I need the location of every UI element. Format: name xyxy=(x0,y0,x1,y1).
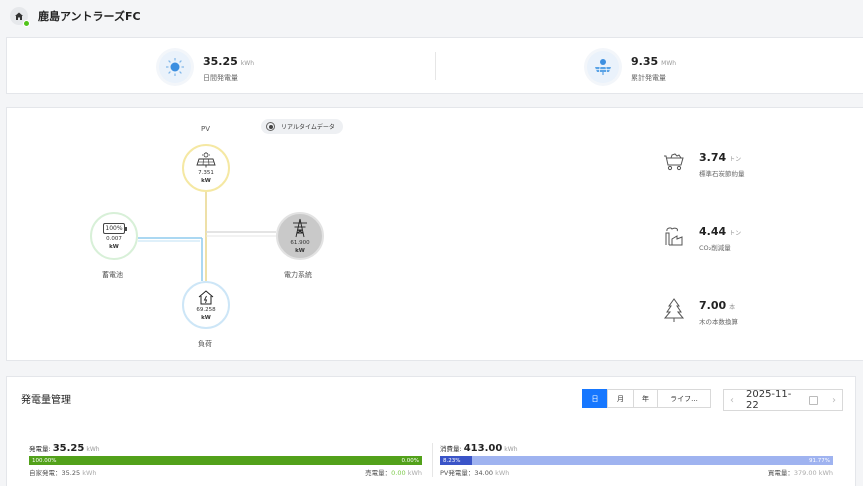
home-icon[interactable] xyxy=(10,7,30,27)
solar-panel-icon xyxy=(587,50,619,83)
self-pct: 100.00% xyxy=(32,457,57,464)
total-generation-value: 9.35 xyxy=(631,55,659,68)
consumption-bar: 8.23% 91.77% xyxy=(440,456,833,465)
load-label: 負荷 xyxy=(198,340,212,348)
generation-label: 発電量: xyxy=(29,445,51,453)
transmission-tower-icon xyxy=(293,218,307,238)
tab-month[interactable]: 月 xyxy=(607,389,634,408)
page: 鹿島アントラーズFC 35.25 kWh 日間発電量 9.35 MWh 累計発電… xyxy=(0,0,863,486)
total-generation-stat: 9.35 MWh 累計発電量 xyxy=(587,50,676,83)
battery-icon: 100% xyxy=(103,222,127,234)
consumption-label: 消費量: xyxy=(440,445,462,453)
grid-node[interactable]: 61.900 kW xyxy=(276,212,324,260)
battery-unit: kW xyxy=(109,243,119,250)
date-value[interactable]: 2025-11-22 xyxy=(746,389,804,411)
grid-value: 61.900 xyxy=(290,240,310,246)
divider xyxy=(432,443,433,477)
self-unit: kWh xyxy=(82,469,97,477)
consumption-unit: kWh xyxy=(504,446,518,453)
coal-saving-label: 標準石炭節約量 xyxy=(699,170,745,178)
period-tabs: 日 月 年 ライフ... xyxy=(582,389,711,408)
sun-icon xyxy=(159,50,191,83)
total-generation-label: 累計発電量 xyxy=(631,74,666,82)
home-load-icon xyxy=(198,290,214,305)
pv-gen-label: PV発電量： xyxy=(440,469,475,477)
generation-value: 35.25 xyxy=(52,443,85,454)
self-consumption-segment: 100.00% xyxy=(29,456,367,465)
coal-saving-value: 3.74 xyxy=(699,151,727,164)
header: 鹿島アントラーズFC xyxy=(0,0,863,32)
pv-pct: 8.23% xyxy=(443,457,461,464)
summary-card: 35.25 kWh 日間発電量 9.35 MWh 累計発電量 xyxy=(6,37,863,94)
grid-unit: kW xyxy=(295,248,305,254)
pv-label: PV xyxy=(201,125,211,133)
factory-icon xyxy=(665,227,683,246)
next-date-icon[interactable]: › xyxy=(826,395,842,406)
generation-summary: 発電量: 35.25 kWh 100.00% 0.00% 自家発電：35.25 kW… xyxy=(29,443,422,477)
daily-generation-unit: kWh xyxy=(240,60,255,67)
coal-saving-stat: 3.74 トン 標準石炭節約量 xyxy=(663,146,745,178)
daily-generation-value: 35.25 xyxy=(203,55,238,68)
energy-flow-card: リアルタイムデータ PV 7.351 kW 100% 0.007 kW 蓄電池 … xyxy=(6,107,863,361)
tab-year[interactable]: 年 xyxy=(633,389,658,408)
load-node[interactable]: 69.258 kW xyxy=(182,281,230,329)
self-label: 自家発電： xyxy=(29,469,62,477)
section-title: 発電量管理 xyxy=(21,395,71,406)
purchase-segment: 91.77% xyxy=(472,456,833,465)
pv-unit: kW xyxy=(201,178,211,184)
prev-date-icon[interactable]: ‹ xyxy=(724,395,740,406)
buy-pct: 91.77% xyxy=(809,457,830,464)
load-value: 69.258 xyxy=(196,307,216,313)
tree-equivalent-value: 7.00 xyxy=(699,299,727,312)
feed-unit: kWh xyxy=(407,469,422,477)
buy-unit: kWh xyxy=(818,469,833,477)
buy-label: 買電量： xyxy=(767,469,794,477)
tree-equivalent-unit: 本 xyxy=(729,304,736,311)
daily-generation-label: 日間発電量 xyxy=(203,74,238,82)
daily-generation-stat: 35.25 kWh 日間発電量 xyxy=(159,50,254,83)
pv-node[interactable]: 7.351 kW xyxy=(182,144,230,192)
grid-label: 電力系統 xyxy=(284,271,312,279)
battery-badge: 100% xyxy=(105,224,123,232)
feed-value: 0.00 xyxy=(391,469,406,477)
buy-value: 379.00 xyxy=(793,469,817,477)
pv-value: 7.351 xyxy=(198,170,214,176)
battery-label: 蓄電池 xyxy=(102,271,123,279)
co2-reduction-unit: トン xyxy=(729,230,742,237)
pv-consumption-segment: 8.23% xyxy=(440,456,472,465)
co2-reduction-stat: 4.44 トン CO₂削減量 xyxy=(663,220,741,252)
divider xyxy=(435,52,436,80)
coal-saving-unit: トン xyxy=(729,156,742,163)
generation-management-card: 発電量管理 日 月 年 ライフ... ‹ 2025-11-22 › 発電量: 35… xyxy=(6,376,856,486)
online-status-dot xyxy=(23,20,30,27)
tree-icon xyxy=(663,298,685,322)
consumption-summary: 消費量: 413.00 kWh 8.23% 91.77% PV発電量：34.00 k… xyxy=(440,443,833,477)
tree-equivalent-stat: 7.00 本 木の本数換算 xyxy=(663,294,738,326)
feed-label: 売電量： xyxy=(365,469,392,477)
solar-panel-icon xyxy=(196,152,216,168)
load-unit: kW xyxy=(201,315,211,321)
generation-unit: kWh xyxy=(86,446,100,453)
tab-lifetime[interactable]: ライフ... xyxy=(657,389,711,408)
feed-in-segment: 0.00% xyxy=(367,456,422,465)
co2-reduction-label: CO₂削減量 xyxy=(699,244,731,252)
self-value: 35.25 xyxy=(61,469,81,477)
feed-pct: 0.00% xyxy=(401,457,419,464)
tree-equivalent-label: 木の本数換算 xyxy=(699,318,738,326)
page-title: 鹿島アントラーズFC xyxy=(38,10,141,23)
battery-node[interactable]: 100% 0.007 kW xyxy=(90,212,138,260)
calendar-icon[interactable] xyxy=(809,395,819,405)
tab-day[interactable]: 日 xyxy=(582,389,608,408)
co2-reduction-value: 4.44 xyxy=(699,225,727,238)
consumption-value: 413.00 xyxy=(463,443,503,454)
date-picker[interactable]: ‹ 2025-11-22 › xyxy=(723,389,843,411)
pv-gen-unit: kWh xyxy=(495,469,510,477)
coal-cart-icon xyxy=(664,153,684,171)
pv-gen-value: 34.00 xyxy=(474,469,493,477)
generation-bar: 100.00% 0.00% xyxy=(29,456,422,465)
battery-value: 0.007 xyxy=(106,235,122,242)
total-generation-unit: MWh xyxy=(661,60,677,67)
